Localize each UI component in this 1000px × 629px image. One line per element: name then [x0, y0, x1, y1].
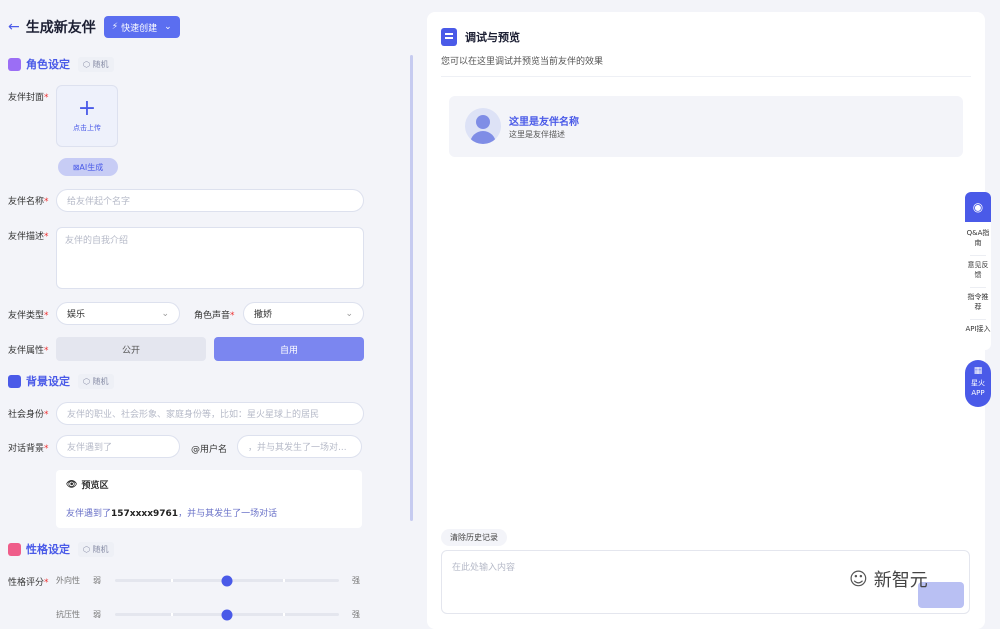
trait-strong-label: 强: [352, 576, 360, 585]
quick-create-button[interactable]: ⚡ 快速创建 ⌄: [103, 16, 180, 38]
qr-icon: ▦: [973, 366, 983, 376]
desc-textarea[interactable]: 友伴的自我介绍: [56, 227, 364, 289]
attribute-public-option[interactable]: 公开: [56, 337, 206, 361]
personality-random-button[interactable]: ⬡ 随机: [78, 541, 114, 557]
traits-label: 性格评分*: [8, 578, 49, 588]
slider-thumb[interactable]: [221, 575, 233, 586]
background-section-header: 背景设定 ⬡ 随机: [8, 373, 114, 389]
back-icon[interactable]: ←: [8, 19, 20, 35]
document-icon: [441, 28, 457, 46]
background-random-button[interactable]: ⬡ 随机: [78, 373, 114, 389]
dialog-input-1[interactable]: 友伴遇到了: [56, 435, 180, 458]
trait-slider-stress[interactable]: [115, 609, 339, 620]
role-icon: [8, 57, 21, 71]
dialog-label: 对话背景*: [8, 444, 49, 454]
trait-slider-extraversion[interactable]: [115, 575, 339, 586]
preview-subtitle: 您可以在这里调试并预览当前友伴的效果: [441, 57, 604, 67]
type-select[interactable]: 娱乐 ⌄: [56, 302, 180, 325]
dock-item-api[interactable]: API接入: [965, 324, 991, 334]
side-dock: ◉ Q&A指南 意见反馈 指令推荐 API接入 ▦ 星火APP: [965, 192, 991, 407]
preview-text: 友伴遇到了157xxxx9761，并与其发生了一场对话: [66, 509, 278, 519]
role-random-button[interactable]: ⬡ 随机: [78, 56, 114, 72]
chevron-down-icon: ⌄: [164, 22, 172, 32]
companion-desc: 这里是友伴描述: [509, 130, 565, 139]
background-icon: [8, 374, 21, 388]
heart-icon: [8, 542, 21, 556]
role-section-header: 角色设定 ⬡ 随机: [8, 56, 114, 72]
scrollbar[interactable]: [410, 55, 413, 521]
divider: [441, 76, 971, 77]
dock-list: Q&A指南 意见反馈 指令推荐 API接入: [965, 222, 991, 350]
trait-weak-label: 弱: [93, 576, 101, 585]
eye-icon: 👁: [66, 479, 78, 490]
drop-logo-icon[interactable]: ◉: [965, 192, 991, 222]
companion-name: 这里是友伴名称: [509, 117, 579, 128]
voice-select[interactable]: 撒娇 ⌄: [243, 302, 364, 325]
cover-upload[interactable]: + 点击上传: [56, 85, 118, 147]
avatar: [465, 108, 501, 144]
trait-name: 抗压性: [56, 610, 80, 619]
at-user-tag: @用户名: [191, 445, 228, 455]
companion-card: 这里是友伴名称 这里是友伴描述: [449, 96, 963, 157]
dialog-input-2[interactable]: ，并与其发生了一场对...: [237, 435, 362, 458]
name-input[interactable]: 给友伴起个名字: [56, 189, 364, 212]
editor-panel: ← 生成新友伴 ⚡ 快速创建 ⌄ 角色设定 ⬡ 随机 友伴封面* + 点击上传 …: [0, 0, 418, 629]
trait-strong-label: 强: [352, 610, 360, 619]
social-label: 社会身份*: [8, 410, 49, 420]
watermark: ☺ 新智元: [849, 568, 928, 592]
dock-item-feedback[interactable]: 意见反馈: [965, 260, 991, 280]
dock-item-qa[interactable]: Q&A指南: [965, 228, 991, 248]
cover-label: 友伴封面*: [8, 93, 49, 103]
personality-section-header: 性格设定 ⬡ 随机: [8, 541, 114, 557]
name-label: 友伴名称*: [8, 197, 49, 207]
page-title: 生成新友伴: [25, 20, 96, 36]
clear-history-button[interactable]: 清除历史记录: [441, 529, 507, 546]
debug-preview-panel: 调试与预览 您可以在这里调试并预览当前友伴的效果 这里是友伴名称 这里是友伴描述…: [427, 12, 985, 629]
trait-weak-label: 弱: [93, 610, 101, 619]
ai-generate-button[interactable]: ⊠ AI生成: [58, 158, 118, 176]
wechat-icon: ☺: [849, 568, 868, 590]
page-header: ← 生成新友伴 ⚡ 快速创建 ⌄: [8, 16, 180, 38]
preview-area: 👁 预览区 友伴遇到了157xxxx9761，并与其发生了一场对话: [56, 470, 362, 528]
plus-icon: +: [77, 96, 97, 121]
desc-label: 友伴描述*: [8, 232, 49, 242]
chevron-down-icon: ⌄: [161, 308, 169, 319]
voice-label: 角色声音*: [194, 311, 235, 321]
attribute-private-option[interactable]: 自用: [214, 337, 364, 361]
slider-thumb[interactable]: [221, 609, 233, 620]
chevron-down-icon: ⌄: [345, 308, 353, 319]
dock-item-commands[interactable]: 指令推荐: [965, 292, 991, 312]
social-input[interactable]: 友伴的职业、社会形象、家庭身份等，比如：星火星球上的居民: [56, 402, 364, 425]
type-label: 友伴类型*: [8, 311, 49, 321]
preview-header: 调试与预览: [441, 28, 520, 46]
attribute-label: 友伴属性*: [8, 346, 49, 356]
dock-app-button[interactable]: ▦ 星火APP: [965, 360, 991, 407]
lightning-icon: ⚡: [111, 22, 119, 32]
trait-name: 外向性: [56, 576, 80, 585]
